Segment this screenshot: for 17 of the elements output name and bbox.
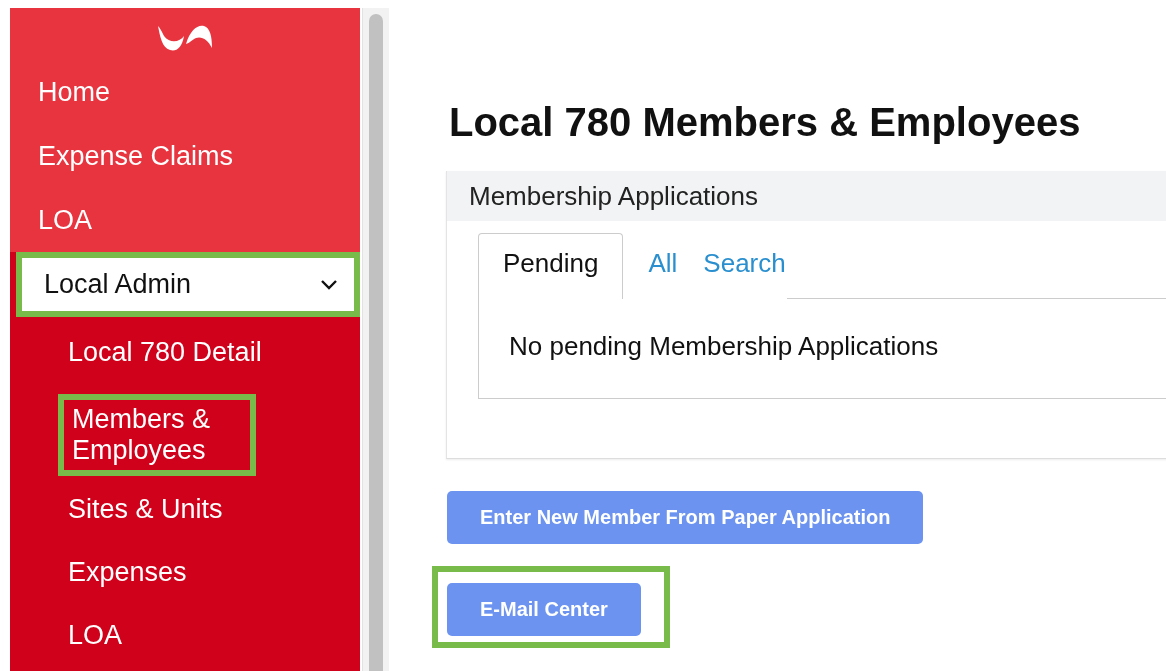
sidebar-item[interactable]: Expense Claims: [10, 124, 360, 188]
sidebar-item[interactable]: Home: [10, 60, 360, 124]
sidebar-subitem[interactable]: LOA: [68, 620, 123, 651]
action-button[interactable]: Enter New Member From Paper Application: [447, 491, 924, 544]
card-header: Membership Applications: [447, 171, 1166, 221]
action-button[interactable]: E-Mail Center: [447, 583, 641, 636]
sidebar-subitem[interactable]: Members & Employees: [58, 394, 256, 476]
sidebar-item[interactable]: Local Admin: [16, 252, 360, 317]
sidebar-subitem[interactable]: Sites & Units: [68, 494, 223, 525]
sidebar-subitem[interactable]: Expenses: [68, 557, 187, 588]
tab[interactable]: Pending: [478, 233, 624, 299]
sidebar-subitem[interactable]: Local 780 Detail: [68, 337, 262, 368]
empty-message: No pending Membership Applications: [509, 331, 939, 361]
chevron-down-icon: [320, 278, 338, 291]
page-title: Local 780 Members & Employees: [449, 100, 1082, 145]
scrollbar-thumb[interactable]: [369, 14, 383, 671]
sidebar-item[interactable]: LOA: [10, 188, 360, 252]
